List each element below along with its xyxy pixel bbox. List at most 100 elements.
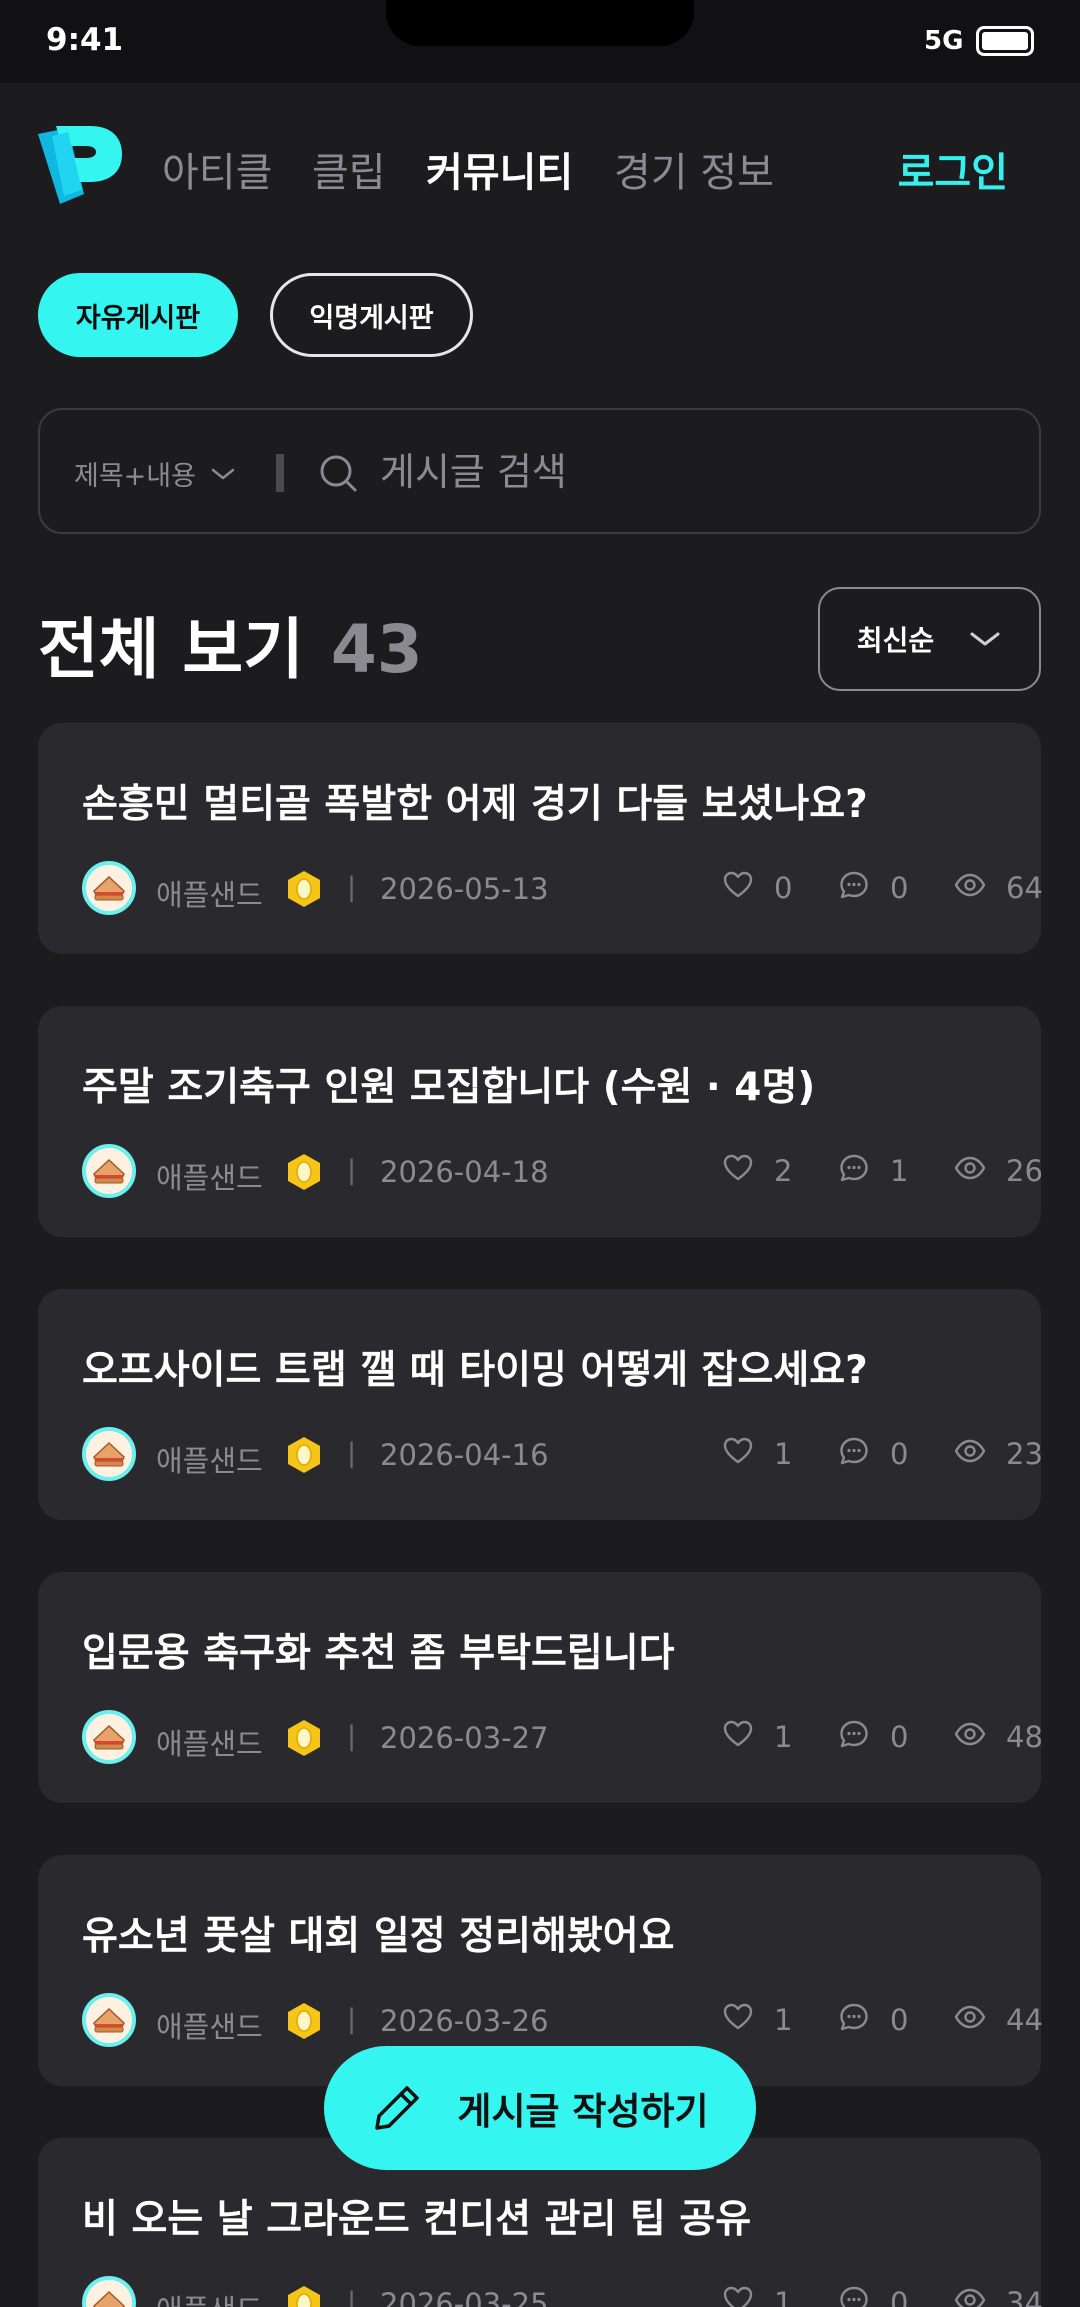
like-stat: 1	[722, 2276, 792, 2307]
post-author: 애플샌드	[156, 1161, 263, 1195]
nav-match-info[interactable]: 경기 정보	[614, 140, 774, 198]
post-date: 2026-03-27	[380, 1721, 549, 1755]
post-date: 2026-03-26	[380, 2004, 549, 2038]
view-count: 44	[1006, 2003, 1043, 2037]
brand-logo[interactable]	[38, 124, 122, 210]
view-count: 26	[1006, 1154, 1043, 1188]
tab-free-board[interactable]: 자유게시판	[38, 273, 238, 357]
heart-icon	[722, 1152, 754, 1191]
level-badge-icon	[285, 2284, 323, 2307]
comment-icon	[838, 1718, 870, 1757]
nav-clip[interactable]: 클립	[312, 140, 386, 198]
battery-icon	[976, 26, 1034, 56]
view-stat: 23	[954, 1427, 1043, 1481]
view-stat: 64	[954, 861, 1043, 915]
like-stat: 1	[722, 1427, 792, 1481]
level-badge-icon	[285, 1435, 323, 1475]
post-author: 애플샌드	[156, 1444, 263, 1478]
post-title: 오프사이드 트랩 깰 때 타이밍 어떻게 잡으세요?	[82, 1348, 868, 1393]
login-button[interactable]: 로그인	[898, 140, 1008, 198]
post-card[interactable]: 오프사이드 트랩 깰 때 타이밍 어떻게 잡으세요? 애플샌드 | 2026-04-1…	[38, 1289, 1043, 1520]
tab-anonymous-board[interactable]: 익명게시판	[270, 273, 473, 357]
like-stat: 1	[722, 1993, 792, 2047]
avatar	[82, 861, 136, 915]
post-author: 애플샌드	[156, 2287, 263, 2307]
comment-stat: 0	[838, 1710, 908, 1764]
meta-separator: |	[347, 872, 357, 903]
view-stat: 34	[954, 2276, 1043, 2307]
post-date: 2026-05-13	[380, 872, 549, 906]
like-stat: 1	[722, 1710, 792, 1764]
meta-separator: |	[347, 1438, 357, 1469]
meta-separator: |	[347, 2287, 357, 2307]
network-indicator: 5G	[924, 26, 964, 56]
comment-icon	[838, 869, 870, 908]
meta-separator: |	[347, 2004, 357, 2035]
like-stat: 0	[722, 861, 792, 915]
post-meta: 애플샌드 | 2026-03-25 1 0 34	[82, 2276, 1043, 2307]
post-card[interactable]: 손흥민 멀티골 폭발한 어제 경기 다들 보셨나요? 애플샌드 | 2026-05-1…	[38, 723, 1043, 954]
eye-icon	[954, 1152, 986, 1191]
post-date: 2026-04-18	[380, 1155, 549, 1189]
post-title: 비 오는 날 그라운드 컨디션 관리 팁 공유	[82, 2197, 752, 2242]
heart-icon	[722, 2001, 754, 2040]
post-meta: 애플샌드 | 2026-05-13 0 0 64	[82, 861, 1043, 915]
like-stat: 2	[722, 1144, 792, 1198]
comment-icon	[838, 1435, 870, 1474]
post-meta: 애플샌드 | 2026-03-27 1 0 48	[82, 1710, 1043, 1764]
post-card[interactable]: 주말 조기축구 인원 모집합니다 (수원 · 4명) 애플샌드 | 2026-04-1…	[38, 1006, 1043, 1237]
nav-community[interactable]: 커뮤니티	[426, 140, 573, 198]
search-input[interactable]	[380, 442, 1000, 502]
comment-stat: 0	[838, 861, 908, 915]
post-meta: 애플샌드 | 2026-04-16 1 0 23	[82, 1427, 1043, 1481]
comment-icon	[838, 1152, 870, 1191]
eye-icon	[954, 2284, 986, 2307]
view-stat: 44	[954, 1993, 1043, 2047]
eye-icon	[954, 1435, 986, 1474]
view-stat: 26	[954, 1144, 1043, 1198]
comment-icon	[838, 2001, 870, 2040]
comment-stat: 0	[838, 2276, 908, 2307]
eye-icon	[954, 2001, 986, 2040]
avatar	[82, 1710, 136, 1764]
meta-separator: |	[347, 1721, 357, 1752]
like-count: 2	[774, 1154, 793, 1188]
like-count: 1	[774, 1720, 793, 1754]
like-count: 1	[774, 1437, 793, 1471]
like-count: 1	[774, 2286, 793, 2307]
view-count: 34	[1006, 2286, 1043, 2307]
post-title: 유소년 풋살 대회 일정 정리해봤어요	[82, 1914, 675, 1959]
post-title: 입문용 축구화 추천 좀 부탁드립니다	[82, 1631, 675, 1676]
avatar	[82, 1427, 136, 1481]
post-meta: 애플샌드 | 2026-03-26 1 0 44	[82, 1993, 1043, 2047]
heart-icon	[722, 1718, 754, 1757]
search-divider	[276, 454, 284, 492]
avatar	[82, 2276, 136, 2307]
write-post-label: 게시글 작성하기	[457, 2090, 709, 2133]
view-stat: 48	[954, 1710, 1043, 1764]
search-scope-dropdown[interactable]: 제목+내용	[74, 454, 236, 493]
post-title: 손흥민 멀티골 폭발한 어제 경기 다들 보셨나요?	[82, 782, 868, 827]
avatar	[82, 1144, 136, 1198]
comment-stat: 0	[838, 1993, 908, 2047]
like-count: 0	[774, 871, 793, 905]
comment-icon	[838, 2284, 870, 2307]
view-count: 48	[1006, 1720, 1043, 1754]
comment-count: 0	[890, 871, 909, 905]
post-author: 애플샌드	[156, 1727, 263, 1761]
comment-count: 0	[890, 2003, 909, 2037]
meta-separator: |	[347, 1155, 357, 1186]
sort-dropdown[interactable]: 최신순	[818, 587, 1041, 691]
nav-article[interactable]: 아티클	[162, 140, 272, 198]
heart-icon	[722, 869, 754, 908]
write-post-button[interactable]: 게시글 작성하기	[324, 2046, 756, 2170]
like-count: 1	[774, 2003, 793, 2037]
search-scope-label: 제목+내용	[74, 461, 196, 492]
search-icon[interactable]	[318, 453, 358, 493]
level-badge-icon	[285, 1152, 323, 1192]
comment-count: 0	[890, 1437, 909, 1471]
avatar	[82, 1993, 136, 2047]
post-card[interactable]: 입문용 축구화 추천 좀 부탁드립니다애플샌드 | 2026-03-27 1 0 48	[38, 1572, 1043, 1803]
section-title: 전체 보기	[38, 611, 304, 688]
notch	[386, 0, 694, 46]
